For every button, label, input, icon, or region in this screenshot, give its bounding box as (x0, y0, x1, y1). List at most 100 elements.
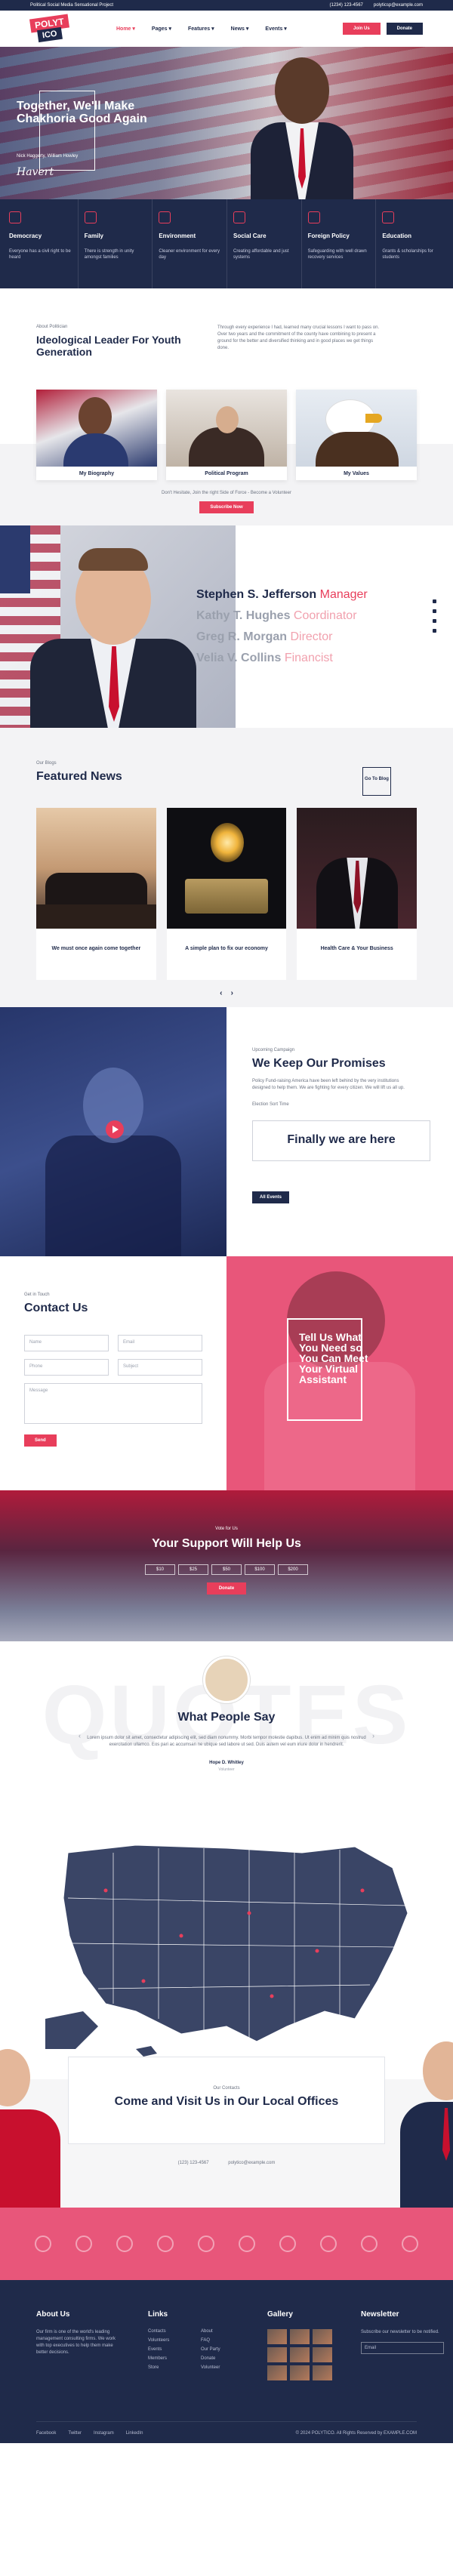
biography-card[interactable]: My Biography (36, 390, 157, 480)
contact-form: Get in Touch Contact Us Name Email Phone… (0, 1256, 226, 1490)
campaign-subtitle: Election Sort Time (252, 1102, 289, 1107)
footer-instagram-link[interactable]: Instagram (94, 2431, 114, 2436)
amount-option[interactable]: $50 (211, 1564, 242, 1575)
gallery-thumb[interactable] (290, 2329, 310, 2344)
nav-events[interactable]: Events ▾ (265, 26, 286, 32)
assistant-panel: Tell Us What You Need so You Can Meet Yo… (226, 1256, 453, 1490)
partner-logo-icon[interactable] (279, 2236, 296, 2252)
phone-link[interactable]: (1234) 123-4567 (330, 3, 363, 8)
name-field[interactable]: Name (24, 1335, 109, 1351)
partner-logo-icon[interactable] (361, 2236, 378, 2252)
team-member[interactable]: Kathy T. Hughes Coordinator (196, 605, 368, 627)
footer-link[interactable]: Members (148, 2356, 193, 2361)
footer-link[interactable]: Volunteer (201, 2365, 239, 2370)
partner-logo-icon[interactable] (116, 2236, 133, 2252)
join-button[interactable]: Join Us (342, 23, 381, 35)
footer-linkedin-link[interactable]: LinkedIn (126, 2431, 143, 2436)
amount-option[interactable]: $100 (245, 1564, 275, 1575)
donate-button[interactable]: Donate (386, 23, 423, 35)
team-member[interactable]: Velia V. Collins Financist (196, 648, 368, 669)
support-donate-button[interactable]: Donate (206, 1582, 247, 1595)
campaign-text: Policy Fund-raising America have been le… (252, 1079, 405, 1090)
gallery-thumb[interactable] (290, 2365, 310, 2380)
amount-option[interactable]: $200 (278, 1564, 308, 1575)
partner-logo-icon[interactable] (239, 2236, 255, 2252)
footer-link[interactable]: Donate (201, 2356, 239, 2361)
subscribe-button[interactable]: Subscribe Now (199, 501, 254, 513)
footer-facebook-link[interactable]: Facebook (36, 2431, 56, 2436)
environment-icon (159, 211, 171, 223)
offices-section: Our Contacts Come and Visit Us in Our Lo… (0, 2041, 453, 2208)
partner-logo-icon[interactable] (320, 2236, 337, 2252)
foreign-policy-icon (307, 211, 320, 223)
site-logo[interactable]: POLYT ICO (29, 14, 80, 43)
footer-link[interactable]: Events (148, 2347, 193, 2352)
social-care-icon (233, 211, 245, 223)
partner-logo-icon[interactable] (198, 2236, 214, 2252)
play-icon[interactable] (106, 1120, 124, 1139)
feature-democracy: Democracy Everyone has a civil right to b… (3, 199, 78, 288)
twitter-icon[interactable] (433, 609, 436, 613)
news-card[interactable]: A simple plan to fix our economy (166, 808, 287, 980)
nav-pages[interactable]: Pages ▾ (152, 26, 171, 32)
main-nav: Home ▾ Pages ▾ Features ▾ News ▾ Events … (116, 26, 287, 32)
about-kicker: About Politician (36, 325, 68, 329)
news-card[interactable]: Health Care & Your Business (297, 808, 418, 980)
go-to-blog-button[interactable]: Go To Blog (362, 767, 391, 796)
nav-news[interactable]: News ▾ (231, 26, 249, 32)
partner-logo-icon[interactable] (35, 2236, 51, 2252)
email-field[interactable]: Email (118, 1335, 202, 1351)
footer-link[interactable]: FAQ (201, 2338, 239, 2343)
prev-arrow-icon[interactable]: ‹ (79, 1732, 81, 1739)
testimonial-title: What People Say (177, 1711, 276, 1724)
office-email[interactable]: polytico@example.com (228, 2161, 275, 2165)
linkedin-icon[interactable] (433, 629, 436, 633)
amount-option[interactable]: $10 (145, 1564, 175, 1575)
instagram-icon[interactable] (433, 619, 436, 623)
gallery-thumb[interactable] (290, 2347, 310, 2362)
phone-field[interactable]: Phone (24, 1359, 109, 1376)
footer-link[interactable]: Contacts (148, 2329, 193, 2334)
footer-link[interactable]: Volunteers (148, 2338, 193, 2343)
newsletter-email-input[interactable]: Email (361, 2342, 444, 2354)
campaign-video[interactable] (0, 1007, 226, 1256)
nav-home[interactable]: Home ▾ (116, 26, 135, 32)
contact-kicker: Get in Touch (24, 1293, 50, 1297)
office-phone[interactable]: (123) 123-4567 (178, 2161, 209, 2165)
team-member[interactable]: Stephen S. Jefferson Manager (196, 584, 368, 605)
message-field[interactable]: Message (24, 1383, 202, 1424)
footer-link[interactable]: Our Party (201, 2347, 239, 2352)
amount-option[interactable]: $25 (178, 1564, 208, 1575)
gallery-thumb[interactable] (267, 2365, 287, 2380)
gallery-thumb[interactable] (267, 2329, 287, 2344)
partner-logo-icon[interactable] (76, 2236, 92, 2252)
next-arrow-icon[interactable]: › (231, 989, 233, 997)
program-card[interactable]: Political Program (166, 390, 287, 480)
gallery-thumb[interactable] (313, 2329, 332, 2344)
values-card[interactable]: My Values (296, 390, 417, 480)
all-events-button[interactable]: All Events (252, 1191, 290, 1203)
news-kicker: Our Blogs (36, 761, 57, 766)
about-title: Ideological Leader For Youth Generation (36, 334, 181, 358)
feature-education: Education Grants & scholarships for stude… (375, 199, 450, 288)
gallery-thumb[interactable] (267, 2347, 287, 2362)
partner-logo-icon[interactable] (402, 2236, 418, 2252)
email-link[interactable]: polyticsp@example.com (374, 3, 423, 8)
subject-field[interactable]: Subject (118, 1359, 202, 1376)
volunteer-text: Don't Hesitate, Join the right Side of F… (162, 491, 291, 495)
footer-link[interactable]: About (201, 2329, 239, 2334)
next-arrow-icon[interactable]: › (372, 1732, 374, 1739)
facebook-icon[interactable] (433, 599, 436, 603)
nav-features[interactable]: Features ▾ (188, 26, 214, 32)
prev-arrow-icon[interactable]: ‹ (220, 989, 222, 997)
gallery-thumb[interactable] (313, 2365, 332, 2380)
partner-logo-icon[interactable] (157, 2236, 174, 2252)
team-member[interactable]: Greg R. Morgan Director (196, 627, 368, 648)
gallery-thumb[interactable] (313, 2347, 332, 2362)
footer-twitter-link[interactable]: Twitter (68, 2431, 82, 2436)
partners-strip (0, 2208, 453, 2280)
support-title: Your Support Will Help Us (152, 1537, 301, 1550)
send-button[interactable]: Send (24, 1434, 57, 1447)
news-card[interactable]: We must once again come together (36, 808, 156, 980)
footer-link[interactable]: Store (148, 2365, 193, 2370)
